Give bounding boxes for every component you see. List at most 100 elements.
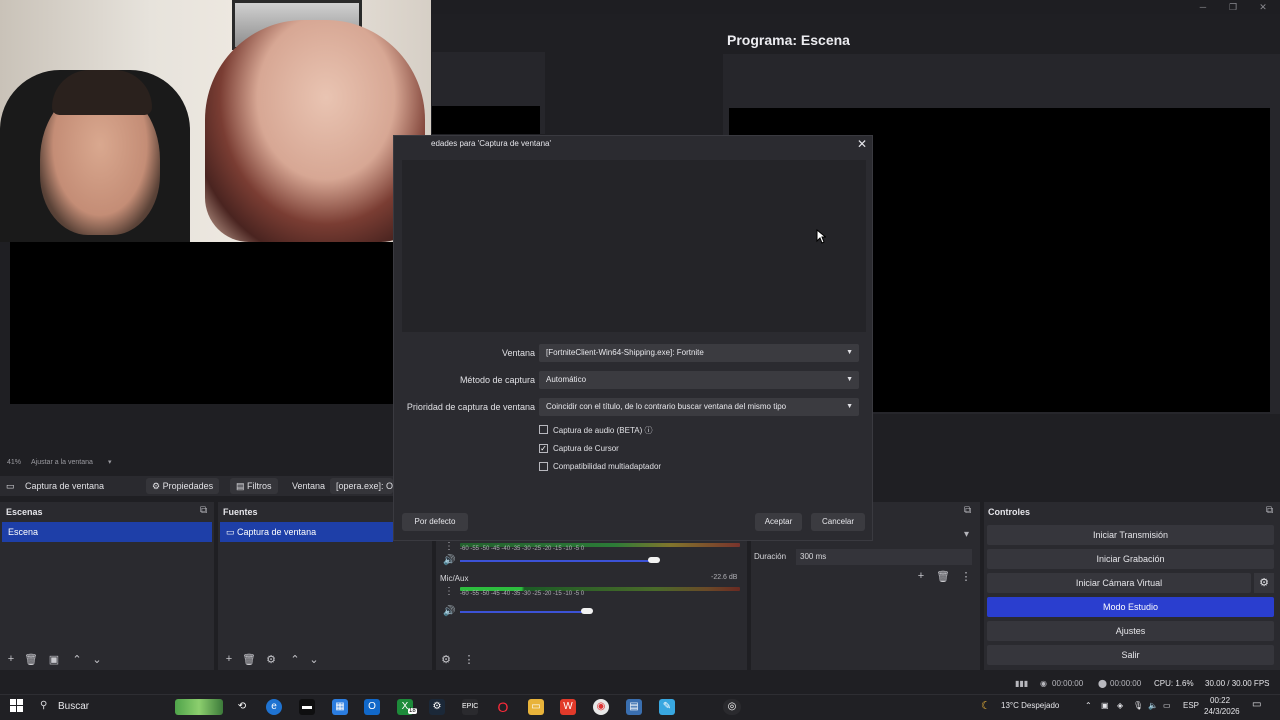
start-recording-button[interactable]: Iniciar Grabación: [987, 549, 1274, 569]
scene-item[interactable]: Escena: [2, 522, 212, 542]
search-icon[interactable]: ⚲: [40, 700, 47, 711]
window-dropdown[interactable]: [FortniteClient-Win64-Shipping.exe]: For…: [539, 344, 859, 362]
undock-icon[interactable]: ⧉: [200, 505, 207, 516]
filter-icon: ▤: [236, 481, 248, 491]
capture-method-label: Método de captura: [459, 375, 535, 385]
capture-cursor-checkbox[interactable]: ✓: [539, 444, 548, 453]
filter-icon[interactable]: ▣: [46, 653, 62, 666]
arrow-down-icon[interactable]: ⌄: [306, 653, 322, 666]
arrow-up-icon[interactable]: ⌃: [69, 653, 85, 666]
notepad-icon[interactable]: ✎: [659, 699, 675, 715]
steam-icon[interactable]: ⚙: [429, 699, 445, 715]
language-indicator[interactable]: ESP: [1183, 701, 1199, 710]
start-streaming-button[interactable]: Iniciar Transmisión: [987, 525, 1274, 545]
record-time: 00:00:00: [1110, 679, 1142, 688]
wps-icon[interactable]: W: [560, 699, 576, 715]
add-icon[interactable]: +: [221, 653, 237, 665]
close-icon[interactable]: ✕: [857, 137, 867, 151]
cpu-usage: CPU: 1.6%: [1154, 679, 1194, 688]
close-window-icon[interactable]: ✕: [1248, 0, 1278, 14]
volume-knob[interactable]: [581, 608, 593, 614]
volume-knob[interactable]: [648, 557, 660, 563]
weather-text[interactable]: 13°C Despejado: [1001, 701, 1059, 710]
capture-audio-checkbox[interactable]: [539, 425, 548, 434]
multiadapter-checkbox[interactable]: [539, 462, 548, 471]
gear-icon[interactable]: ⚙: [1254, 573, 1274, 593]
sources-title: Fuentes: [223, 507, 258, 517]
maximize-icon[interactable]: ❐: [1218, 0, 1248, 14]
help-icon[interactable]: ⓘ: [644, 426, 652, 435]
microphone-icon[interactable]: 🎙: [1133, 701, 1143, 710]
terminal-icon[interactable]: ▬: [299, 699, 315, 715]
opera-icon[interactable]: O: [495, 699, 511, 715]
zoom-level[interactable]: 41%: [7, 459, 21, 466]
undock-icon[interactable]: ⧉: [964, 505, 971, 516]
outlook-icon[interactable]: O: [364, 699, 380, 715]
chevron-down-icon: ▼: [846, 403, 853, 410]
chevron-up-icon[interactable]: ⌃: [1085, 701, 1092, 710]
start-virtual-camera-button[interactable]: Iniciar Cámara Virtual: [987, 573, 1251, 593]
kebab-menu-icon[interactable]: ⋮: [444, 541, 454, 552]
studio-mode-button[interactable]: Modo Estudio: [987, 597, 1274, 617]
file-explorer-icon[interactable]: ▭: [528, 699, 544, 715]
filters-label: Filtros: [247, 481, 272, 491]
trash-icon[interactable]: 🗑: [935, 570, 951, 583]
trash-icon[interactable]: 🗑: [241, 653, 257, 666]
clock-time[interactable]: 00:22: [1210, 696, 1230, 705]
speaker-icon[interactable]: 🔈: [1148, 701, 1158, 710]
add-icon[interactable]: +: [913, 570, 929, 582]
widgets-icon[interactable]: ⟲: [234, 699, 250, 715]
undock-icon[interactable]: ⧉: [1266, 505, 1273, 516]
edge-icon[interactable]: e: [266, 699, 282, 715]
speaker-icon[interactable]: 🔊: [443, 606, 455, 617]
window-select[interactable]: [opera.exe]: O: [330, 478, 393, 494]
capture-priority-dropdown[interactable]: Coincidir con el título, de lo contrario…: [539, 398, 859, 416]
notification-icon[interactable]: ▭: [1252, 699, 1261, 710]
epic-games-icon[interactable]: EPIC: [462, 699, 478, 715]
tray-app-icon[interactable]: ▣: [1101, 701, 1109, 710]
add-icon[interactable]: +: [3, 653, 19, 665]
accept-button[interactable]: Aceptar: [755, 513, 802, 531]
trash-icon[interactable]: 🗑: [23, 653, 39, 666]
arrow-down-icon[interactable]: ⌄: [89, 653, 105, 666]
duration-label: Duración: [754, 552, 787, 561]
properties-button[interactable]: ⚙ Propiedades: [146, 478, 220, 494]
gear-icon[interactable]: ⚙: [263, 653, 279, 666]
fit-window-label[interactable]: Ajustar a la ventana: [31, 459, 93, 466]
gear-icon[interactable]: ⚙: [438, 653, 454, 666]
tray-app-icon[interactable]: ◈: [1117, 701, 1123, 710]
store-icon[interactable]: ▦: [332, 699, 348, 715]
default-button[interactable]: Por defecto: [402, 513, 468, 531]
kebab-menu-icon[interactable]: ⋮: [461, 653, 477, 666]
window-field-label: Ventana: [501, 348, 535, 358]
arrow-up-icon[interactable]: ⌃: [287, 653, 303, 666]
preview-screen[interactable]: [10, 242, 393, 404]
duration-field[interactable]: 300 ms: [796, 549, 972, 565]
taskbar-search[interactable]: Buscar: [58, 701, 89, 712]
chevron-down-icon: ▼: [846, 376, 853, 383]
desktop-volume-slider[interactable]: [460, 560, 655, 562]
windows-start-icon[interactable]: [8, 699, 24, 715]
network-icon[interactable]: ▭: [1163, 701, 1171, 710]
exit-button[interactable]: Salir: [987, 645, 1274, 665]
settings-button[interactable]: Ajustes: [987, 621, 1274, 641]
mic-volume-slider[interactable]: [460, 611, 588, 613]
clock-date[interactable]: 24/3/2026: [1204, 707, 1240, 716]
preview-zoom-row: 41% Ajustar a la ventana ▾: [0, 457, 430, 469]
kebab-menu-icon[interactable]: ⋮: [444, 586, 454, 597]
filters-button[interactable]: ▤ Filtros: [230, 478, 278, 494]
obs-icon[interactable]: ◎: [723, 699, 741, 715]
capture-method-dropdown[interactable]: Automático ▼: [539, 371, 859, 389]
speaker-icon[interactable]: 🔊: [443, 555, 455, 566]
cancel-button[interactable]: Cancelar: [811, 513, 865, 531]
webcam-video: [0, 0, 431, 242]
chevron-down-icon[interactable]: ▾: [964, 529, 969, 540]
preview-black-region: [432, 106, 540, 134]
minimize-icon[interactable]: ─: [1188, 0, 1218, 14]
source-item[interactable]: ▭ Captura de ventana: [220, 522, 393, 542]
chevron-down-icon[interactable]: ▾: [108, 458, 112, 466]
chrome-icon[interactable]: ◉: [593, 699, 609, 715]
meter-ticks: -60 -55 -50 -45 -40 -35 -30 -25 -20 -15 …: [460, 546, 585, 552]
app-window-icon[interactable]: ▤: [626, 699, 642, 715]
kebab-menu-icon[interactable]: ⋮: [958, 570, 974, 583]
